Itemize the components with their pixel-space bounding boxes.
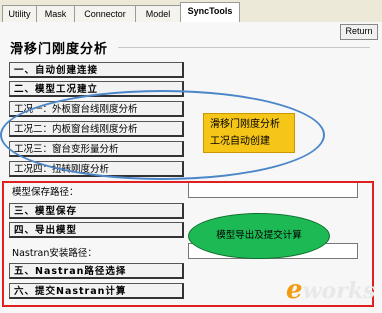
return-button[interactable]: Return [340,24,378,40]
auto-create-connection-button[interactable]: 一、自动创建连接 [9,62,184,78]
logo-letter-e: e [286,275,303,305]
logo-rest: works [302,278,376,304]
tab-mask[interactable]: Mask [36,5,75,23]
tab-model[interactable]: Model [135,5,181,23]
tab-synctools[interactable]: SyncTools [180,2,240,24]
eworks-logo: eworks [286,275,375,305]
title-divider [118,47,370,48]
tab-connector[interactable]: Connector [74,5,136,23]
tab-bar: Utility Mask Connector Model SyncTools [0,0,382,24]
tab-utility[interactable]: Utility [2,5,37,23]
loadcase-highlight-ellipse [0,90,325,180]
section-title: 滑移门刚度分析 [10,42,109,57]
